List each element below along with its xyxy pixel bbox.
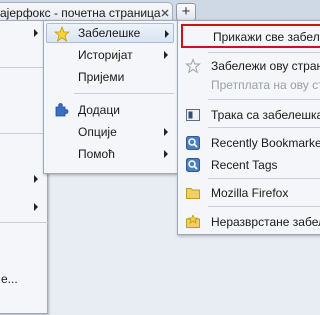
- show-all-bookmarks-item[interactable]: Прикажи све забелешке: [181, 24, 320, 48]
- menu-item-label: Неразврстане забелешке: [211, 215, 320, 229]
- subscribe-page-item: Претплата на ову страницу: [178, 74, 320, 96]
- submenu-arrow-icon: [34, 203, 38, 211]
- menu-item-label: Забележи ову страницу: [211, 59, 320, 73]
- menu-item-label: Помоћ: [78, 147, 115, 161]
- bookmarks-toolbar-item[interactable]: Трака са забелешкама: [178, 104, 320, 126]
- menu-item-label: Историјат: [78, 48, 133, 62]
- submenu-arrow-icon: [164, 51, 168, 59]
- menu-separator: [208, 52, 320, 53]
- menu-separator: [0, 222, 49, 223]
- menu-item-history[interactable]: Историјат: [46, 45, 174, 65]
- menu-separator: [208, 206, 320, 207]
- folder-icon: [186, 188, 200, 199]
- new-tab-plus: +: [181, 3, 191, 20]
- bookmarks-submenu: Прикажи све забелешке Забележи ову стран…: [177, 20, 320, 235]
- menu-item-bookmarks[interactable]: Забелешке: [46, 23, 174, 43]
- menu-item-downloads[interactable]: Пријеми: [46, 67, 174, 87]
- star-outline-icon: [185, 58, 201, 74]
- menu-item-label: Претплата на ову страницу: [211, 78, 320, 92]
- tab-home[interactable]: ајерфокс - почетна страница: [0, 2, 173, 22]
- star-icon: [54, 26, 70, 42]
- close-tab-icon[interactable]: [161, 9, 169, 17]
- menu-item-addons[interactable]: Додаци: [46, 100, 174, 120]
- menu-separator: [208, 178, 320, 179]
- menu-item-label: Забелешке: [78, 26, 141, 40]
- recently-bookmarked-item[interactable]: Recently Bookmarked: [178, 132, 320, 154]
- submenu-arrow-icon: [164, 150, 168, 158]
- puzzle-piece-icon: [55, 103, 69, 117]
- new-tab-button[interactable]: +: [176, 3, 196, 21]
- mozilla-firefox-folder-item[interactable]: Mozilla Firefox: [178, 182, 320, 204]
- submenu-arrow-icon: [164, 128, 168, 136]
- main-menu-item-partial[interactable]: е...: [1, 272, 18, 286]
- menu-item-options[interactable]: Опције: [46, 122, 174, 142]
- menu-item-label: Трака са забелешкама: [211, 108, 320, 122]
- menu-item-help[interactable]: Помоћ: [46, 144, 174, 164]
- submenu-arrow-icon: [34, 29, 38, 37]
- menu-separator: [0, 133, 49, 134]
- menu-item-label: Додаци: [78, 103, 120, 117]
- menu-separator: [0, 67, 49, 68]
- smart-folder-icon: [186, 158, 200, 172]
- tab-title: ајерфокс - почетна страница: [0, 6, 161, 20]
- main-menu: е...: [0, 20, 49, 314]
- menu-separator: [208, 127, 320, 128]
- recent-tags-item[interactable]: Recent Tags: [178, 154, 320, 176]
- smart-folder-icon: [186, 136, 200, 150]
- menu-item-label: Опције: [78, 125, 117, 139]
- menu-item-label: Recently Bookmarked: [211, 136, 320, 150]
- submenu-arrow-icon: [34, 175, 38, 183]
- menu-item-label: Прикажи све забелешке: [213, 30, 320, 44]
- submenu-arrow-icon: [165, 30, 169, 38]
- menu-item-label: Mozilla Firefox: [211, 186, 289, 200]
- menu-separator: [208, 99, 320, 100]
- unsorted-bookmarks-item[interactable]: Неразврстане забелешке: [178, 211, 320, 233]
- bookmark-toolbar-icon: [186, 109, 200, 121]
- menu-item-label: Пријеми: [78, 70, 125, 84]
- unsorted-bookmarks-icon: [186, 214, 200, 228]
- firefox-submenu: Забелешке Историјат Пријеми Додаци Опциј…: [43, 20, 178, 174]
- menu-item-label: Recent Tags: [211, 158, 278, 172]
- menu-separator: [74, 93, 174, 94]
